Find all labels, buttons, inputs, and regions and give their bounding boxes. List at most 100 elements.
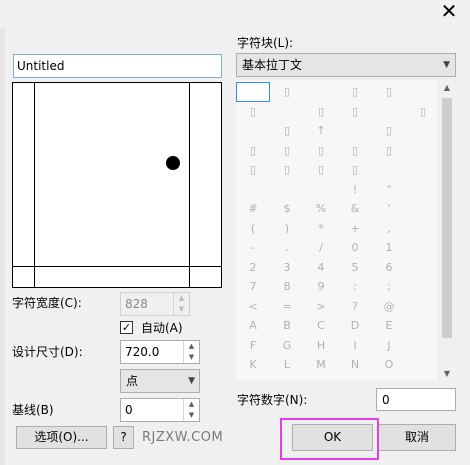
cancel-button[interactable]: 取消	[378, 424, 456, 451]
baseline-line[interactable]	[13, 266, 221, 267]
glyph-cell[interactable]: ▯	[372, 121, 406, 141]
auto-label[interactable]: 自动(A)	[141, 320, 183, 336]
design-size-value[interactable]: 720.0	[125, 344, 159, 360]
glyph-cell[interactable]: !	[338, 180, 372, 200]
glyph-cell[interactable]: B	[270, 316, 304, 336]
baseline-value[interactable]: 0	[125, 402, 133, 418]
glyph-cell[interactable]: ▯	[338, 82, 372, 102]
decrement-icon: ▼	[178, 305, 185, 313]
char-block-select[interactable]: 基本拉丁文 ▼	[236, 53, 456, 77]
glyph-cell[interactable]: 1	[372, 238, 406, 258]
glyph-cell[interactable]: ▯	[304, 160, 338, 180]
glyph-cell[interactable]: ▯	[270, 82, 304, 102]
char-code-label: 字符数字(N):	[237, 393, 308, 407]
glyph-cell[interactable]: I	[338, 336, 372, 356]
glyph-cell[interactable]: +	[338, 219, 372, 239]
glyph-cell[interactable]: ↑	[304, 121, 338, 141]
scroll-thumb[interactable]	[442, 98, 452, 338]
glyph-dot	[166, 156, 180, 170]
glyph-cell[interactable]: K	[236, 355, 270, 375]
glyph-cell[interactable]: N	[338, 355, 372, 375]
decrement-icon[interactable]: ▼	[184, 410, 199, 421]
close-icon[interactable]: ✕	[437, 0, 461, 22]
glyph-cell[interactable]: ▯	[406, 102, 438, 122]
glyph-cell[interactable]: ▯	[236, 141, 270, 161]
char-code-value[interactable]: 0	[382, 392, 390, 408]
glyph-cell[interactable]: ▯	[338, 141, 372, 161]
glyph-cell[interactable]: ?	[338, 297, 372, 317]
glyph-cell[interactable]: 2	[236, 258, 270, 278]
glyph-cell[interactable]: ▯	[236, 160, 270, 180]
char-code-input[interactable]: 0	[376, 388, 456, 411]
glyph-cell[interactable]: -	[236, 238, 270, 258]
glyph-cell[interactable]: 0	[338, 238, 372, 258]
glyph-cell[interactable]: =	[270, 297, 304, 317]
glyph-cell[interactable]: (	[236, 219, 270, 239]
glyph-cell[interactable]: 3	[270, 258, 304, 278]
glyph-cell[interactable]: 6	[372, 258, 406, 278]
glyph-cell[interactable]: '	[372, 199, 406, 219]
glyph-cell[interactable]: A	[236, 316, 270, 336]
glyph-cell[interactable]: C	[304, 316, 338, 336]
glyph-cell[interactable]: #	[236, 199, 270, 219]
glyph-cell[interactable]: ▯	[338, 160, 372, 180]
glyph-preview[interactable]	[12, 82, 222, 288]
glyph-cell[interactable]: 7	[236, 277, 270, 297]
glyph-cell[interactable]: ;	[372, 277, 406, 297]
increment-icon[interactable]: ▲	[184, 399, 199, 410]
glyph-cell[interactable]: 5	[338, 258, 372, 278]
glyph-cell[interactable]: L	[270, 355, 304, 375]
divider	[0, 28, 5, 465]
glyph-cell[interactable]: H	[304, 336, 338, 356]
glyph-cell[interactable]: M	[304, 355, 338, 375]
left-bearing-line[interactable]	[34, 83, 35, 287]
glyph-cell[interactable]: ,	[372, 219, 406, 239]
glyph-cell[interactable]: ▯	[372, 141, 406, 161]
glyph-cell[interactable]: ▯	[304, 102, 338, 122]
glyph-cell[interactable]: $	[270, 199, 304, 219]
glyph-cell[interactable]: ▯	[270, 121, 304, 141]
auto-checkbox[interactable]: ✓	[120, 321, 133, 334]
glyph-cell[interactable]: 4	[304, 258, 338, 278]
glyph-cell[interactable]: ▯	[372, 82, 406, 102]
unit-select[interactable]: 点 ▼	[120, 369, 200, 393]
glyph-cell[interactable]: ▯	[270, 160, 304, 180]
glyph-cell[interactable]: F	[236, 336, 270, 356]
scroll-down-icon[interactable]: ▼	[438, 366, 456, 382]
glyph-cell[interactable]: ▯	[338, 102, 372, 122]
glyph-cell[interactable]: .	[270, 238, 304, 258]
glyph-cell[interactable]: 9	[304, 277, 338, 297]
glyph-cell[interactable]: O	[372, 355, 406, 375]
glyph-cell[interactable]: D	[338, 316, 372, 336]
scroll-up-icon[interactable]: ▲	[438, 80, 456, 96]
design-size-stepper[interactable]: 720.0 ▲ ▼	[120, 340, 200, 364]
right-bearing-line[interactable]	[189, 83, 190, 287]
glyph-cell[interactable]: "	[372, 180, 406, 200]
increment-icon[interactable]: ▲	[184, 341, 199, 352]
decrement-icon[interactable]: ▼	[184, 352, 199, 363]
glyph-cell[interactable]: @	[372, 297, 406, 317]
glyph-cell[interactable]: >	[304, 297, 338, 317]
glyph-cell[interactable]: ▯	[304, 141, 338, 161]
glyph-cell[interactable]: E	[372, 316, 406, 336]
glyph-cell[interactable]: <	[236, 297, 270, 317]
glyph-cell[interactable]: %	[304, 199, 338, 219]
glyph-cell[interactable]: *	[304, 219, 338, 239]
glyph-cell[interactable]: &	[338, 199, 372, 219]
glyph-cell[interactable]: J	[372, 336, 406, 356]
glyph-cell[interactable]: /	[304, 238, 338, 258]
help-button[interactable]: ?	[113, 426, 134, 449]
glyph-cell[interactable]: ▯	[270, 141, 304, 161]
options-button[interactable]: 选项(O)...	[16, 426, 107, 449]
glyph-name-input[interactable]: Untitled	[13, 54, 222, 78]
glyph-cell[interactable]	[236, 82, 270, 102]
glyph-cell[interactable]: )	[270, 219, 304, 239]
glyph-grid-scrollbar[interactable]: ▲ ▼	[438, 80, 456, 382]
glyph-cell[interactable]: :	[338, 277, 372, 297]
baseline-stepper[interactable]: 0 ▲ ▼	[120, 398, 200, 422]
glyph-cell[interactable]: G	[270, 336, 304, 356]
glyph-grid[interactable]: ▯ ▯ ▯ ▯ ▯ ▯ ▯ ▯ ↑ ▯ ▯ ▯ ▯ ▯ ▯ ▯ ▯ ▯ ▯! " # $% & '() * +, -./0 1 2 3 4 5…	[236, 80, 438, 380]
glyph-cell[interactable]: 8	[270, 277, 304, 297]
glyph-cell[interactable]: ▯	[236, 102, 270, 122]
design-size-label: 设计尺寸(D):	[12, 345, 83, 359]
